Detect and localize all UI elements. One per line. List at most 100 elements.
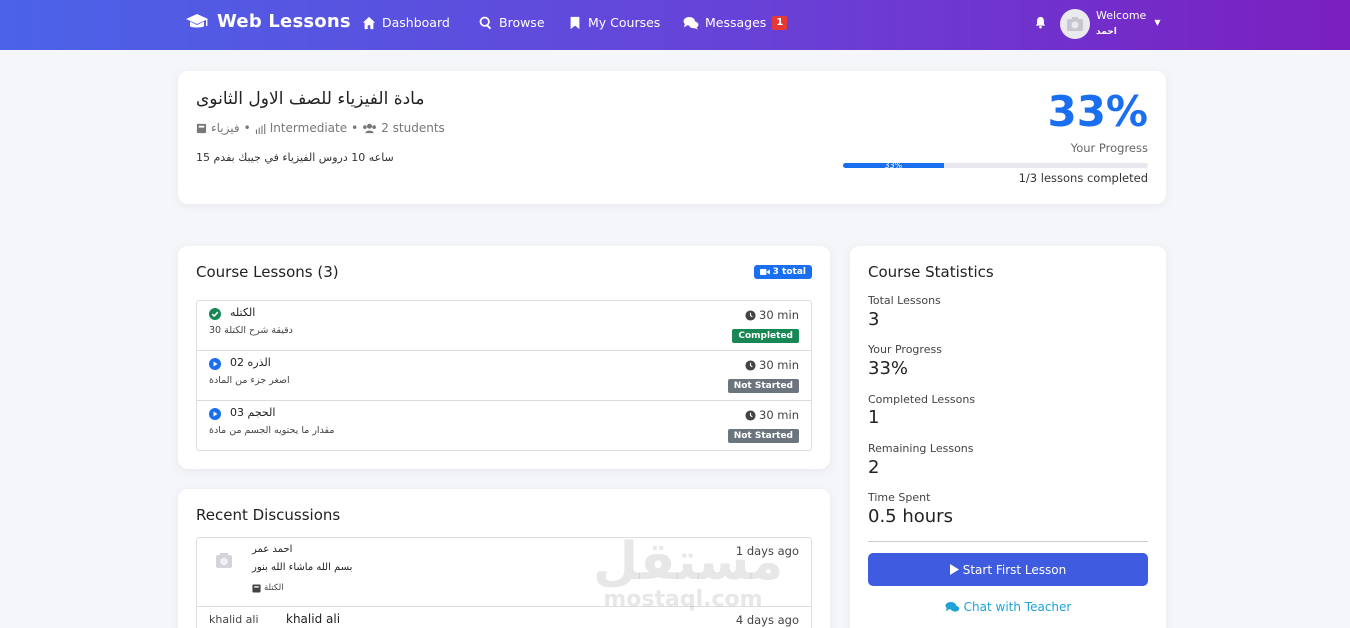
discussion-time: 1 days ago xyxy=(735,544,799,558)
video-icon xyxy=(759,269,770,275)
course-meta: فيزياء • Intermediate • 2 students xyxy=(196,121,445,135)
lesson-list: الكتله دقيقة شرح الكتلة 30 30 min Comple… xyxy=(196,300,812,451)
progress-bar: 33% xyxy=(843,163,1148,168)
progress-percent: 33% xyxy=(1047,87,1148,136)
status-badge: Not Started xyxy=(727,429,799,443)
lessons-total-badge: 3 total xyxy=(753,265,812,279)
nav-my-courses-label: My Courses xyxy=(588,15,661,30)
lesson-duration: 30 min xyxy=(745,358,799,372)
stat-time-value: 0.5 hours xyxy=(868,506,953,527)
course-students: 2 students xyxy=(381,121,445,135)
lesson-name: الكتله xyxy=(230,306,256,319)
check-circle-icon xyxy=(209,308,221,320)
avatar: khalid ali xyxy=(209,613,259,626)
lesson-duration: 30 min xyxy=(745,308,799,322)
start-first-lesson-button[interactable]: Start First Lesson xyxy=(868,553,1148,586)
status-badge: Not Started xyxy=(727,379,799,393)
lesson-item[interactable]: الذره 02 اصغر جزء من المادة 30 min Not S… xyxy=(197,351,811,401)
book-icon xyxy=(252,583,261,593)
stat-progress-value: 33% xyxy=(868,358,909,379)
stat-time-label: Time Spent xyxy=(868,491,931,504)
messages-count-badge: 1 xyxy=(772,15,788,30)
course-category: فيزياء xyxy=(211,121,240,135)
discussion-text: بسم الله ماشاء الله بنور xyxy=(252,562,353,573)
discussion-author: احمد عمر xyxy=(252,544,293,555)
course-lessons-card: Course Lessons (3) 3 total الكتله دقيقة … xyxy=(178,246,830,469)
lesson-duration: 30 min xyxy=(745,408,799,422)
top-navbar: Web Lessons Dashboard Browse My Courses … xyxy=(0,0,1350,50)
start-button-label: Start First Lesson xyxy=(962,562,1067,577)
stat-completed-label: Completed Lessons xyxy=(868,393,976,406)
caret-down-icon: ▼ xyxy=(1154,17,1161,27)
lesson-description: اصغر جزء من المادة xyxy=(209,375,290,386)
avatar xyxy=(216,553,232,568)
comments-icon xyxy=(945,602,959,612)
bookmark-icon xyxy=(570,16,580,29)
chat-with-teacher-link[interactable]: Chat with Teacher xyxy=(868,600,1148,614)
course-level: Intermediate xyxy=(269,121,348,135)
discussion-time: 4 days ago xyxy=(735,613,799,627)
course-statistics-card: Course Statistics Total Lessons 3 Your P… xyxy=(850,246,1166,628)
stat-total-lessons-value: 3 xyxy=(868,309,880,330)
lesson-description: مقدار ما يحتويه الجسم من مادة xyxy=(209,425,335,436)
book-icon xyxy=(196,123,207,133)
avatar xyxy=(1060,9,1090,39)
discussions-title: Recent Discussions xyxy=(196,506,341,524)
divider xyxy=(868,541,1148,542)
nav-messages-label: Messages xyxy=(705,15,767,30)
course-description: ساعه 10 دروس الفيزياء في جيبك بفدم 15 xyxy=(196,151,394,164)
lessons-total-text: 3 total xyxy=(772,267,806,277)
nav-browse[interactable]: Browse xyxy=(479,15,545,30)
discussion-list: احمد عمر بسم الله ماشاء الله بنور الكتلة… xyxy=(196,537,812,628)
nav-dashboard[interactable]: Dashboard xyxy=(362,15,450,30)
lesson-description: دقيقة شرح الكتلة 30 xyxy=(209,325,293,336)
play-circle-icon xyxy=(209,358,221,370)
progress-label: Your Progress xyxy=(1070,141,1148,155)
course-header-card: مادة الفيزياء للصف الاول الثانوى فيزياء … xyxy=(178,71,1166,204)
nav-browse-label: Browse xyxy=(499,15,545,30)
user-name: احمد xyxy=(1096,27,1117,37)
discussion-author: khalid ali xyxy=(286,612,341,626)
lesson-item[interactable]: الكتله دقيقة شرح الكتلة 30 30 min Comple… xyxy=(197,301,811,351)
discussion-lesson: الكتلة xyxy=(252,583,284,593)
lesson-name: الحجم 03 xyxy=(230,406,276,419)
recent-discussions-card: Recent Discussions احمد عمر بسم الله ماش… xyxy=(178,489,830,628)
progress-bar-text: 33% xyxy=(884,163,903,168)
home-icon xyxy=(362,16,376,29)
stat-remaining-value: 2 xyxy=(868,457,880,478)
brand-name: Web Lessons xyxy=(217,11,351,32)
stat-total-lessons-label: Total Lessons xyxy=(868,294,941,307)
users-icon xyxy=(363,123,377,133)
graduation-cap-icon xyxy=(186,13,208,27)
progress-bar-fill: 33% xyxy=(843,163,944,168)
clock-icon xyxy=(745,409,756,421)
stat-remaining-label: Remaining Lessons xyxy=(868,442,974,455)
stat-progress-label: Your Progress xyxy=(868,343,942,356)
lessons-title: Course Lessons (3) xyxy=(196,263,339,281)
search-icon xyxy=(479,16,492,29)
user-menu[interactable]: Welcome احمد ▼ xyxy=(1060,8,1160,40)
play-icon xyxy=(949,564,959,575)
comments-icon xyxy=(683,16,699,30)
clock-icon xyxy=(745,309,756,321)
lesson-name: الذره 02 xyxy=(230,356,271,369)
user-photo-icon xyxy=(1067,17,1083,31)
lessons-completed-count: 1/3 lessons completed xyxy=(1018,171,1148,185)
welcome-text: Welcome xyxy=(1096,9,1147,22)
statistics-title: Course Statistics xyxy=(868,263,994,281)
course-title: مادة الفيزياء للصف الاول الثانوى xyxy=(196,89,425,109)
nav-messages[interactable]: Messages 1 xyxy=(683,15,788,30)
clock-icon xyxy=(745,359,756,371)
nav-dashboard-label: Dashboard xyxy=(382,15,450,30)
lesson-item[interactable]: الحجم 03 مقدار ما يحتويه الجسم من مادة 3… xyxy=(197,401,811,450)
signal-icon xyxy=(255,123,265,134)
brand-link[interactable]: Web Lessons xyxy=(185,11,351,32)
play-circle-icon xyxy=(209,408,221,420)
stat-completed-value: 1 xyxy=(868,407,880,428)
nav-my-courses[interactable]: My Courses xyxy=(568,15,660,30)
discussion-item[interactable]: khalid ali khalid ali 4 days ago xyxy=(197,607,811,628)
status-badge: Completed xyxy=(732,329,799,343)
discussion-item[interactable]: احمد عمر بسم الله ماشاء الله بنور الكتلة… xyxy=(197,538,811,607)
chat-link-label: Chat with Teacher xyxy=(963,600,1072,614)
bell-icon[interactable] xyxy=(1034,16,1047,29)
